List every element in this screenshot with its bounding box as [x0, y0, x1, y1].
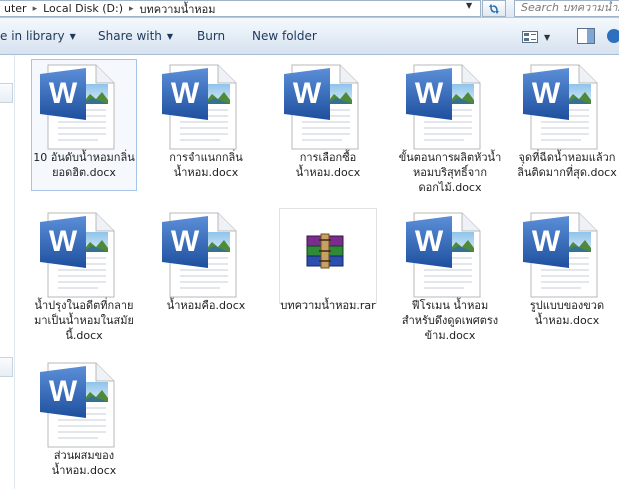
share-with-label: Share with	[98, 29, 162, 43]
new-folder-button[interactable]: New folder	[252, 29, 317, 43]
preview-pane-button[interactable]	[577, 28, 595, 46]
file-item[interactable]: น้ำหอมคือ.docx	[154, 210, 258, 313]
file-item[interactable]: 10 อันดับน้ำหอมกลิ่นยอดฮิต.docx	[32, 62, 136, 180]
file-name: จุดที่ฉีดน้ำหอมแล้วกลิ่นติดมากที่สุด.doc…	[517, 151, 617, 179]
nav-pane-item[interactable]	[0, 357, 13, 377]
refresh-icon	[489, 3, 499, 14]
word-document-icon	[398, 62, 502, 150]
file-name: ฟีโรเมน น้ำหอมสำหรับดึงดูดเพศตรงข้าม.doc…	[401, 299, 499, 342]
chevron-down-icon: ▼	[166, 32, 174, 41]
breadcrumb-local-disk[interactable]: Local Disk (D:)	[39, 2, 127, 15]
file-item[interactable]: การเลือกซื้อน้ำหอม.docx	[276, 62, 380, 180]
preview-pane-icon	[577, 28, 595, 44]
file-item[interactable]: ส่วนผสมของน้ำหอม.docx	[32, 360, 136, 478]
help-icon	[607, 29, 619, 43]
navigation-pane[interactable]	[0, 55, 15, 489]
file-name: การเลือกซื้อน้ำหอม.docx	[295, 151, 361, 179]
file-name: ขั้นตอนการผลิตหัวน้ำหอมบริสุทธิ์จากดอกไม…	[398, 151, 502, 194]
file-item[interactable]: บทความน้ำหอม.rar	[276, 210, 380, 313]
file-item[interactable]: จุดที่ฉีดน้ำหอมแล้วกลิ่นติดมากที่สุด.doc…	[515, 62, 619, 180]
word-document-icon	[32, 210, 136, 298]
word-document-icon	[32, 360, 136, 448]
file-item[interactable]: น้ำปรุงในอดีตที่กลายมาเป็นน้ำหอมในสมัยนี…	[32, 210, 136, 343]
chevron-down-icon: ▼	[544, 32, 551, 42]
change-view-button[interactable]: ▼	[522, 28, 560, 46]
include-in-library-label: e in library	[0, 29, 65, 43]
breadcrumb-separator-icon[interactable]: ▸	[127, 4, 136, 14]
include-in-library-button[interactable]: e in library ▼	[0, 29, 76, 43]
file-item[interactable]: ขั้นตอนการผลิตหัวน้ำหอมบริสุทธิ์จากดอกไม…	[398, 62, 502, 195]
word-document-icon	[154, 62, 258, 150]
breadcrumb-computer[interactable]: uter	[0, 2, 31, 15]
word-document-icon	[398, 210, 502, 298]
breadcrumb-separator-icon[interactable]: ▸	[31, 4, 40, 14]
word-document-icon	[32, 62, 136, 150]
file-name: น้ำปรุงในอดีตที่กลายมาเป็นน้ำหอมในสมัยนี…	[34, 299, 134, 342]
word-document-icon	[154, 210, 258, 298]
address-dropdown-icon[interactable]: ▼	[466, 1, 472, 10]
file-name: ส่วนผสมของน้ำหอม.docx	[51, 449, 117, 477]
file-item[interactable]: การจำแนกกลิ่น น้ำหอม.docx	[154, 62, 258, 180]
word-document-icon	[276, 62, 380, 150]
file-item[interactable]: ฟีโรเมน น้ำหอมสำหรับดึงดูดเพศตรงข้าม.doc…	[398, 210, 502, 343]
file-name: รูปแบบของขวดน้ำหอม.docx	[529, 299, 605, 327]
file-item[interactable]: รูปแบบของขวดน้ำหอม.docx	[515, 210, 619, 328]
help-button[interactable]	[604, 28, 619, 46]
word-document-icon	[515, 62, 619, 150]
share-with-button[interactable]: Share with ▼	[98, 29, 173, 43]
nav-pane-item[interactable]	[0, 83, 13, 103]
burn-button[interactable]: Burn	[197, 29, 225, 43]
breadcrumb-current-folder[interactable]: บทความน้ำหอม	[136, 1, 220, 16]
search-input[interactable]: Search บทความน้ำ...	[514, 0, 619, 17]
file-name: 10 อันดับน้ำหอมกลิ่นยอดฮิต.docx	[33, 151, 135, 179]
view-icon	[522, 31, 538, 43]
breadcrumb[interactable]: uter ▸ Local Disk (D:) ▸ บทความน้ำหอม	[0, 0, 481, 17]
command-bar: e in library ▼ Share with ▼ Burn New folde…	[0, 18, 619, 55]
winrar-archive-icon	[276, 210, 380, 298]
file-name: การจำแนกกลิ่น น้ำหอม.docx	[169, 151, 243, 179]
file-name: บทความน้ำหอม.rar	[280, 299, 376, 312]
refresh-button[interactable]	[482, 0, 506, 17]
word-document-icon	[515, 210, 619, 298]
chevron-down-icon: ▼	[69, 32, 76, 41]
address-bar-row: uter ▸ Local Disk (D:) ▸ บทความน้ำหอม ▼ …	[0, 0, 619, 18]
file-name: น้ำหอมคือ.docx	[166, 299, 246, 312]
